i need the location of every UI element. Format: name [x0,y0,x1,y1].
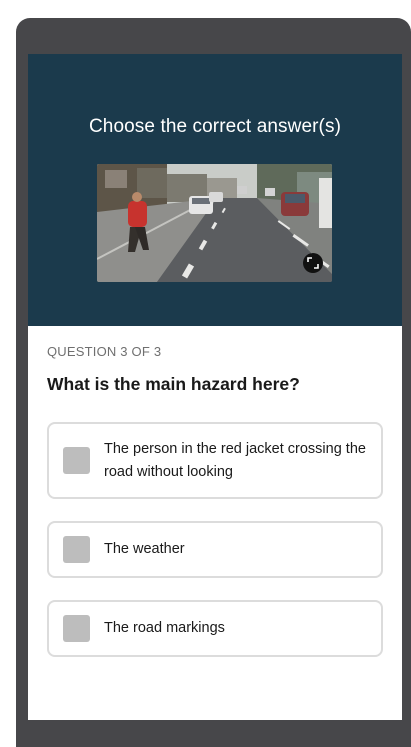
instruction-title: Choose the correct answer(s) [88,116,341,137]
question-counter: QUESTION 3 OF 3 [47,344,162,359]
checkbox[interactable] [63,536,90,563]
answer-option-2[interactable]: The weather [47,521,383,578]
answer-label: The road markings [104,620,225,636]
checkbox[interactable] [63,447,90,474]
device-frame: Choose the correct answer(s) QUESTION 3 … [16,18,411,747]
question-header: Choose the correct answer(s) [28,54,402,326]
answer-option-3[interactable]: The road markings [47,600,383,657]
street-scene-image [97,164,332,282]
expand-video-button[interactable] [303,253,323,273]
answer-label: The person in the red jacket crossing th… [104,440,366,480]
expand-icon [307,257,319,269]
hazard-video[interactable] [97,164,332,282]
checkbox[interactable] [63,615,90,642]
answer-option-1[interactable]: The person in the red jacket crossing th… [47,422,383,499]
quiz-screen: Choose the correct answer(s) QUESTION 3 … [28,54,402,720]
answer-label: The weather [104,541,185,557]
question-title: What is the main hazard here? [47,374,300,394]
